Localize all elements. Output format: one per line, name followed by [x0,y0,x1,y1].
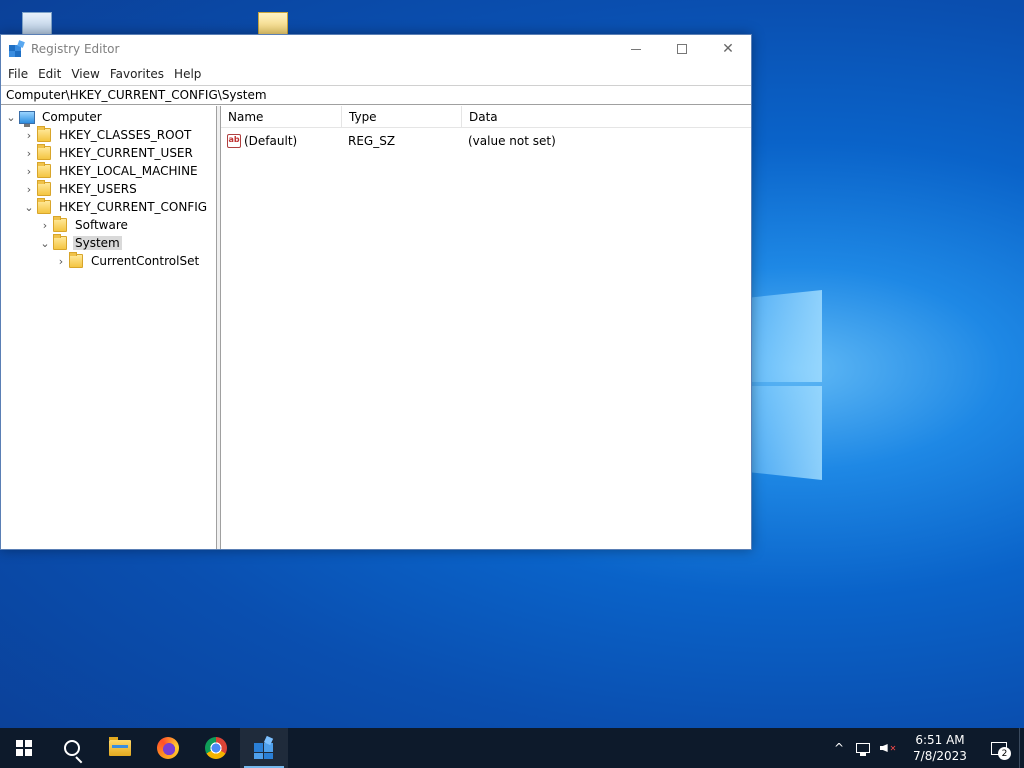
taskbar: ^ ✕ 6:51 AM 7/8/2023 2 [0,728,1024,768]
menu-edit[interactable]: Edit [33,67,66,81]
registry-editor-app-icon[interactable] [9,40,25,57]
chevron-right-icon[interactable]: › [23,162,35,180]
tree-node-currentcontrolset[interactable]: › CurrentControlSet [55,252,201,270]
windows-wallpaper-logo [752,290,822,480]
notification-badge: 2 [998,747,1011,760]
window-title: Registry Editor [31,42,120,56]
muted-x-icon: ✕ [889,743,897,753]
menu-favorites[interactable]: Favorites [105,67,169,81]
network-button[interactable] [851,728,875,768]
tree-node-computer[interactable]: ⌄ Computer [5,108,104,127]
start-button[interactable] [0,728,48,768]
minimize-button[interactable] [613,35,659,63]
menu-view[interactable]: View [66,67,104,81]
column-type[interactable]: Type [342,106,462,128]
chevron-right-icon[interactable]: › [23,126,35,144]
volume-button[interactable]: ✕ [875,728,901,768]
chevron-down-icon[interactable]: ⌄ [23,198,35,216]
minimize-icon [631,48,641,50]
registry-editor-icon [253,735,275,759]
string-value-icon: ab [227,134,241,148]
menu-help[interactable]: Help [169,67,206,81]
recycle-bin-desktop-icon[interactable] [18,8,58,34]
action-center-button[interactable]: 2 [979,728,1019,768]
value-type-cell: REG_SZ [348,134,396,148]
folder-icon [37,180,51,196]
column-data[interactable]: Data [462,106,747,128]
folder-desktop-icon[interactable] [256,8,296,34]
menu-bar: File Edit View Favorites Help [1,63,751,85]
folder-icon [69,252,83,268]
title-bar[interactable]: Registry Editor ✕ [1,35,751,63]
chevron-right-icon[interactable]: › [39,216,51,234]
folder-icon [37,198,51,214]
system-tray: ^ ✕ 6:51 AM 7/8/2023 2 [827,728,1024,768]
clock-time: 6:51 AM [915,733,965,747]
address-bar[interactable]: Computer\HKEY_CURRENT_CONFIG\System [1,85,751,105]
chrome-button[interactable] [192,728,240,768]
column-name[interactable]: Name [221,106,342,128]
firefox-button[interactable] [144,728,192,768]
close-icon: ✕ [722,41,734,57]
clock[interactable]: 6:51 AM 7/8/2023 [901,728,979,768]
registry-editor-window: Registry Editor ✕ File Edit View Favorit… [0,34,752,550]
address-path: Computer\HKEY_CURRENT_CONFIG\System [6,88,267,102]
chrome-icon [205,737,227,759]
menu-file[interactable]: File [3,67,33,81]
tree-node-hkey-current-config[interactable]: ⌄ HKEY_CURRENT_CONFIG [23,198,209,216]
tree-node-hkey-local-machine[interactable]: › HKEY_LOCAL_MACHINE [23,162,200,180]
clock-date: 7/8/2023 [913,749,967,763]
tree-node-hkey-current-user[interactable]: › HKEY_CURRENT_USER [23,144,195,162]
firefox-icon [157,737,179,759]
chevron-down-icon[interactable]: ⌄ [39,234,51,252]
tree-node-system[interactable]: ⌄ System [39,234,122,252]
volume-muted-icon [879,744,888,752]
maximize-button[interactable] [659,35,705,63]
chevron-down-icon[interactable]: ⌄ [5,108,17,126]
tree-node-hkey-users[interactable]: › HKEY_USERS [23,180,139,198]
close-button[interactable]: ✕ [705,35,751,63]
folder-icon [53,234,67,250]
file-explorer-icon [109,737,131,756]
computer-icon [19,110,35,127]
key-tree-pane[interactable]: ⌄ Computer › HKEY_CLASSES_ROOT › HKEY_CU… [1,106,217,549]
tree-node-hkey-classes-root[interactable]: › HKEY_CLASSES_ROOT [23,126,193,144]
start-icon [16,740,32,756]
folder-icon [53,216,67,232]
file-explorer-button[interactable] [96,728,144,768]
show-hidden-icons-button[interactable]: ^ [827,728,851,768]
column-header: Name Type Data [221,106,751,128]
folder-icon [37,144,51,160]
folder-icon [37,162,51,178]
values-list-pane[interactable]: Name Type Data ab (Default) REG_SZ (valu… [221,106,751,549]
show-desktop-button[interactable] [1019,728,1024,768]
table-row[interactable]: ab (Default) REG_SZ (value not set) [221,132,751,150]
value-name-cell: ab (Default) [227,134,298,148]
value-data-cell: (value not set) [468,134,556,148]
search-button[interactable] [48,728,96,768]
registry-editor-taskbar-button[interactable] [240,728,288,768]
chevron-right-icon[interactable]: › [23,144,35,162]
chevron-right-icon[interactable]: › [23,180,35,198]
maximize-icon [677,44,687,54]
chevron-right-icon[interactable]: › [55,252,67,270]
search-icon [64,740,80,756]
chevron-up-icon: ^ [833,741,845,755]
folder-icon [37,126,51,142]
network-icon [856,743,870,756]
tree-node-software[interactable]: › Software [39,216,130,234]
